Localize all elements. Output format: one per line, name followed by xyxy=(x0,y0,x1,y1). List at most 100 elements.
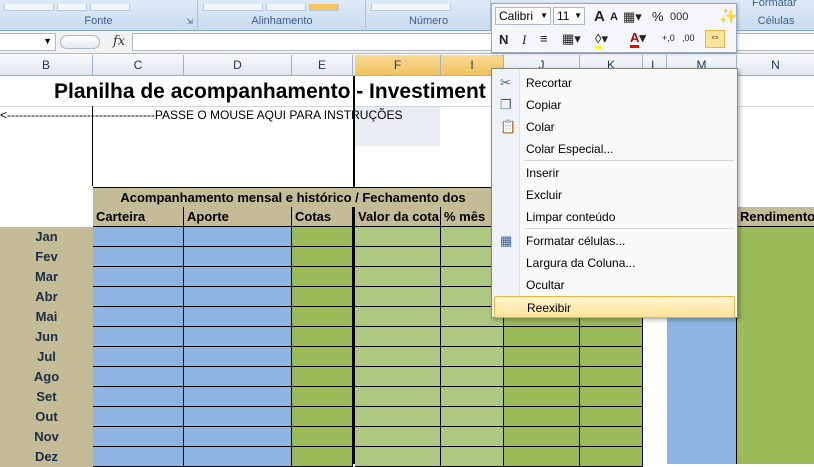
cell-cotas[interactable] xyxy=(292,287,353,307)
cell-col-k[interactable] xyxy=(580,327,643,347)
cell-cotas[interactable] xyxy=(292,347,353,367)
cell-aporte[interactable] xyxy=(184,347,292,367)
chevron-down-icon[interactable]: ▼ xyxy=(43,36,52,46)
cell-percent-mes[interactable] xyxy=(441,327,504,347)
cell-valor-da-cota[interactable] xyxy=(355,327,441,347)
rendimento-block[interactable] xyxy=(737,227,814,464)
format-painter-icon[interactable]: ✨ xyxy=(719,7,738,25)
shrink-font-icon[interactable]: A xyxy=(610,11,618,23)
font-name-select[interactable]: Calibri ▼ xyxy=(495,7,551,25)
column-header-e[interactable]: E xyxy=(292,55,353,75)
ribbon-button[interactable] xyxy=(203,4,263,11)
cell-col-j[interactable] xyxy=(504,427,580,447)
cell-valor-da-cota[interactable] xyxy=(355,387,441,407)
bold-button[interactable]: N xyxy=(499,32,508,47)
cell-valor-da-cota[interactable] xyxy=(355,287,441,307)
cell-percent-mes[interactable] xyxy=(441,367,504,387)
cell-col-j[interactable] xyxy=(504,347,580,367)
cell-col-k[interactable] xyxy=(580,427,643,447)
ribbon-button[interactable] xyxy=(90,4,130,11)
cell-cotas[interactable] xyxy=(292,247,353,267)
cell-carteira[interactable] xyxy=(93,327,184,347)
cell-valor-da-cota[interactable] xyxy=(355,447,441,467)
cell-cotas[interactable] xyxy=(292,227,353,247)
cell-percent-mes[interactable] xyxy=(441,427,504,447)
cell-cotas[interactable] xyxy=(292,267,353,287)
cell-valor-da-cota[interactable] xyxy=(355,227,441,247)
cell-col-k[interactable] xyxy=(580,447,643,467)
cell-carteira[interactable] xyxy=(93,227,184,247)
menu-item-copiar[interactable]: ❐ Copiar xyxy=(494,94,735,116)
cell-aporte[interactable] xyxy=(184,407,292,427)
cell-col-j[interactable] xyxy=(504,447,580,467)
cell-percent-mes[interactable] xyxy=(441,447,504,467)
cell-carteira[interactable] xyxy=(93,307,184,327)
cell-carteira[interactable] xyxy=(93,447,184,467)
insert-function-icon[interactable]: fx xyxy=(113,34,125,49)
cell-aporte[interactable] xyxy=(184,267,292,287)
cell-col-k[interactable] xyxy=(580,387,643,407)
cell-carteira[interactable] xyxy=(93,427,184,447)
cell-aporte[interactable] xyxy=(184,327,292,347)
instruction-text[interactable]: <-------------------------------------PA… xyxy=(0,108,504,123)
cell-aporte[interactable] xyxy=(184,447,292,467)
cell-cotas[interactable] xyxy=(292,427,353,447)
menu-item-excluir[interactable]: Excluir xyxy=(494,184,735,206)
menu-item-formatar-c-lulas[interactable]: ▦ Formatar células... xyxy=(494,230,735,252)
cell-cotas[interactable] xyxy=(292,387,353,407)
cell-cotas[interactable] xyxy=(292,367,353,387)
menu-item-limpar-conte-do[interactable]: Limpar conteúdo xyxy=(494,206,735,228)
cell-percent-mes[interactable] xyxy=(441,407,504,427)
cell-col-j[interactable] xyxy=(504,367,580,387)
cell-carteira[interactable] xyxy=(93,267,184,287)
column-header-c[interactable]: C xyxy=(93,55,184,75)
cell-carteira[interactable] xyxy=(93,287,184,307)
cell-cotas[interactable] xyxy=(292,447,353,467)
cell-col-k[interactable] xyxy=(580,367,643,387)
format-partial-label[interactable]: Formatar xyxy=(752,0,797,9)
cell-cotas[interactable] xyxy=(292,307,353,327)
decrease-decimal-icon[interactable]: ,00 xyxy=(682,33,695,43)
menu-item-colar-especial[interactable]: Colar Especial... xyxy=(494,138,735,160)
cell-aporte[interactable] xyxy=(184,227,292,247)
cell-aporte[interactable] xyxy=(184,387,292,407)
column-header-n[interactable]: N xyxy=(737,55,814,75)
formula-bar-expand-pill[interactable] xyxy=(60,35,100,49)
cell-valor-da-cota[interactable] xyxy=(355,367,441,387)
dialog-launcher-icon[interactable]: ⇲ xyxy=(186,17,193,26)
fill-color-icon[interactable]: ◊▾ xyxy=(595,31,608,49)
merge-center-icon[interactable]: ⇔ xyxy=(705,30,725,48)
cell-col-j[interactable] xyxy=(504,327,580,347)
cell-col-k[interactable] xyxy=(580,347,643,367)
menu-item-recortar[interactable]: ✂ Recortar xyxy=(494,72,735,94)
cell-cotas[interactable] xyxy=(292,327,353,347)
cell-aporte[interactable] xyxy=(184,287,292,307)
percent-style-icon[interactable]: % xyxy=(652,9,664,24)
cell-carteira[interactable] xyxy=(93,347,184,367)
ribbon-button[interactable] xyxy=(266,4,306,11)
cell-valor-da-cota[interactable] xyxy=(355,267,441,287)
font-color-icon[interactable]: A▾ xyxy=(630,30,646,48)
cell-valor-da-cota[interactable] xyxy=(355,427,441,447)
column-header-b[interactable]: B xyxy=(0,55,93,75)
cell-cotas[interactable] xyxy=(292,407,353,427)
cell-aporte[interactable] xyxy=(184,247,292,267)
currency-format-icon[interactable]: ▦▾ xyxy=(623,9,642,25)
cell-valor-da-cota[interactable] xyxy=(355,307,441,327)
cell-valor-da-cota[interactable] xyxy=(355,407,441,427)
column-header-f[interactable]: F xyxy=(355,55,441,75)
align-center-icon[interactable]: ≡ xyxy=(540,31,548,46)
cell-col-j[interactable] xyxy=(504,407,580,427)
cell-aporte[interactable] xyxy=(184,367,292,387)
grow-font-icon[interactable]: A xyxy=(594,8,605,25)
menu-item-reexibir[interactable]: Reexibir xyxy=(494,296,735,318)
cell-col-j[interactable] xyxy=(504,387,580,407)
increase-decimal-icon[interactable]: +,0 xyxy=(662,33,675,43)
menu-item-ocultar[interactable]: Ocultar xyxy=(494,274,735,296)
cell-aporte[interactable] xyxy=(184,307,292,327)
comma-style-icon[interactable]: 000 xyxy=(670,11,688,23)
ribbon-button[interactable] xyxy=(371,4,451,11)
font-size-select[interactable]: 11 ▼ xyxy=(553,7,585,25)
borders-icon[interactable]: ▦▾ xyxy=(562,31,581,47)
menu-item-largura-da-coluna[interactable]: Largura da Coluna... xyxy=(494,252,735,274)
